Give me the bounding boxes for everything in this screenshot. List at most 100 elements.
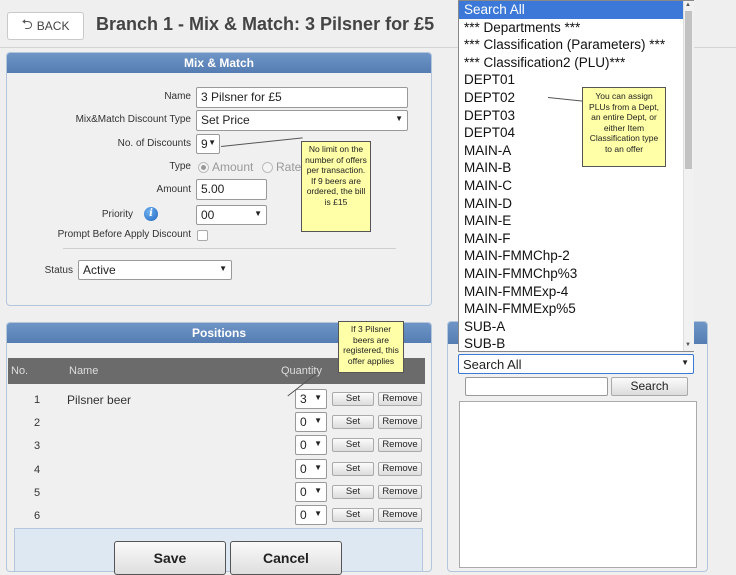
- dept-callout: You can assign PLUs from a Dept, an enti…: [582, 87, 666, 167]
- search-results: [459, 401, 697, 568]
- remove-button[interactable]: Remove: [378, 392, 422, 406]
- remove-button[interactable]: Remove: [378, 438, 422, 453]
- type-rate-radio[interactable]: Rate: [262, 160, 301, 174]
- quantity-value: 0: [300, 508, 307, 522]
- scroll-up-icon[interactable]: ▲: [685, 2, 691, 8]
- search-category-listbox[interactable]: Search All *** Departments *** *** Classif…: [458, 0, 694, 352]
- listbox-option[interactable]: MAIN-FMMChp%3: [459, 265, 693, 283]
- radio-unselected-icon: [262, 162, 273, 174]
- type-amount-radio[interactable]: Amount: [198, 160, 253, 174]
- page-title: Branch 1 - Mix & Match: 3 Pilsner for £5: [96, 14, 435, 34]
- listbox-option[interactable]: MAIN-C: [459, 177, 693, 195]
- set-button[interactable]: Set: [332, 484, 374, 499]
- quantity-select[interactable]: 0 ▼: [295, 435, 327, 456]
- amount-input[interactable]: 5.00: [196, 179, 267, 200]
- discount-type-select[interactable]: Set Price ▼: [196, 110, 408, 131]
- column-header-no: No.: [11, 365, 29, 377]
- status-select[interactable]: Active ▼: [78, 260, 232, 280]
- set-button[interactable]: Set: [332, 508, 374, 522]
- status-label: Status: [44, 265, 73, 276]
- divider: [63, 248, 396, 249]
- discount-type-value: Set Price: [201, 113, 250, 127]
- name-label: Name: [164, 91, 191, 102]
- priority-label: Priority: [101, 209, 133, 220]
- search-button[interactable]: Search: [611, 377, 688, 396]
- listbox-option[interactable]: Search All: [459, 1, 693, 19]
- priority-select[interactable]: 00 ▼: [196, 205, 267, 225]
- column-header-name: Name: [69, 365, 99, 377]
- row-number: 1: [34, 394, 41, 406]
- chevron-down-icon: ▼: [254, 209, 262, 218]
- quantity-value: 3: [300, 392, 307, 406]
- listbox-option[interactable]: MAIN-D: [459, 195, 693, 213]
- listbox-option[interactable]: *** Classification2 (PLU)***: [459, 54, 693, 72]
- chevron-down-icon: ▼: [208, 138, 216, 147]
- quantity-value: 0: [300, 415, 307, 430]
- save-button[interactable]: Save: [114, 541, 226, 575]
- set-button[interactable]: Set: [332, 392, 374, 406]
- status-value: Active: [83, 263, 116, 277]
- quantity-callout: If 3 Pilsner beers are registered, this …: [338, 321, 404, 373]
- remove-button[interactable]: Remove: [378, 484, 422, 499]
- num-discounts-select[interactable]: 9 ▼: [196, 134, 220, 154]
- prompt-label: Prompt Before Apply Discount: [57, 229, 191, 240]
- num-discounts-label: No. of Discounts: [117, 138, 191, 149]
- cancel-button[interactable]: Cancel: [230, 541, 342, 575]
- listbox-option[interactable]: MAIN-E: [459, 212, 693, 230]
- chevron-down-icon: ▼: [314, 509, 322, 518]
- listbox-option[interactable]: MAIN-FMMExp%5: [459, 300, 693, 318]
- discount-type-label: Mix&Match Discount Type: [75, 114, 191, 125]
- set-button[interactable]: Set: [332, 438, 374, 453]
- scrollbar-thumb[interactable]: [685, 11, 692, 169]
- listbox-option[interactable]: MAIN-F: [459, 230, 693, 248]
- back-arrow-icon: ⮌: [21, 16, 33, 32]
- mix-match-panel-title: Mix & Match: [7, 53, 431, 73]
- row-number: 5: [34, 486, 41, 499]
- listbox-option[interactable]: MAIN-FMMChp-2: [459, 247, 693, 265]
- remove-button[interactable]: Remove: [378, 415, 422, 430]
- row-number: 2: [34, 417, 41, 430]
- prompt-checkbox[interactable]: [197, 230, 208, 241]
- set-button[interactable]: Set: [332, 415, 374, 430]
- scrollbar[interactable]: ▲ ▼: [683, 1, 694, 351]
- quantity-select[interactable]: 0 ▼: [295, 412, 327, 433]
- quantity-select[interactable]: 0 ▼: [295, 481, 327, 502]
- listbox-option[interactable]: MAIN-FMMExp-4: [459, 283, 693, 301]
- scroll-down-icon[interactable]: ▼: [685, 342, 691, 348]
- listbox-option[interactable]: *** Classification (Parameters) ***: [459, 36, 693, 54]
- set-button[interactable]: Set: [332, 461, 374, 476]
- search-category-select[interactable]: Search All ▼: [458, 354, 694, 374]
- quantity-select[interactable]: 0 ▼: [295, 505, 327, 525]
- chevron-down-icon: ▼: [681, 358, 689, 367]
- amount-label: Amount: [156, 184, 191, 195]
- chevron-down-icon: ▼: [395, 114, 403, 123]
- name-input[interactable]: 3 Pilsner for £5: [196, 87, 408, 108]
- listbox-option[interactable]: *** Departments ***: [459, 19, 693, 37]
- chevron-down-icon: ▼: [314, 485, 322, 495]
- num-discounts-value: 9: [201, 137, 208, 151]
- chevron-down-icon: ▼: [314, 462, 322, 472]
- back-button[interactable]: ⮌ BACK: [7, 12, 84, 40]
- remove-button[interactable]: Remove: [378, 461, 422, 476]
- chevron-down-icon: ▼: [314, 439, 322, 449]
- row-number: 6: [34, 510, 41, 522]
- search-category-value: Search All: [463, 357, 522, 372]
- quantity-value: 0: [300, 461, 307, 476]
- remove-button[interactable]: Remove: [378, 508, 422, 522]
- column-header-quantity: Quantity: [281, 365, 322, 377]
- type-label: Type: [169, 161, 191, 172]
- row-number: 4: [34, 463, 41, 476]
- priority-value: 00: [201, 208, 215, 222]
- info-icon[interactable]: i: [144, 207, 158, 221]
- quantity-value: 0: [300, 484, 307, 499]
- type-rate-label: Rate: [276, 160, 302, 174]
- listbox-items: Search All *** Departments *** *** Classif…: [459, 1, 693, 351]
- quantity-value: 0: [300, 438, 307, 453]
- search-input[interactable]: [465, 377, 608, 396]
- quantity-select[interactable]: 3 ▼: [295, 389, 327, 409]
- quantity-select[interactable]: 0 ▼: [295, 458, 327, 479]
- row-number: 3: [34, 440, 41, 453]
- listbox-option[interactable]: SUB-B: [459, 335, 693, 351]
- listbox-option[interactable]: SUB-A: [459, 318, 693, 336]
- row-name: Pilsner beer: [67, 393, 132, 407]
